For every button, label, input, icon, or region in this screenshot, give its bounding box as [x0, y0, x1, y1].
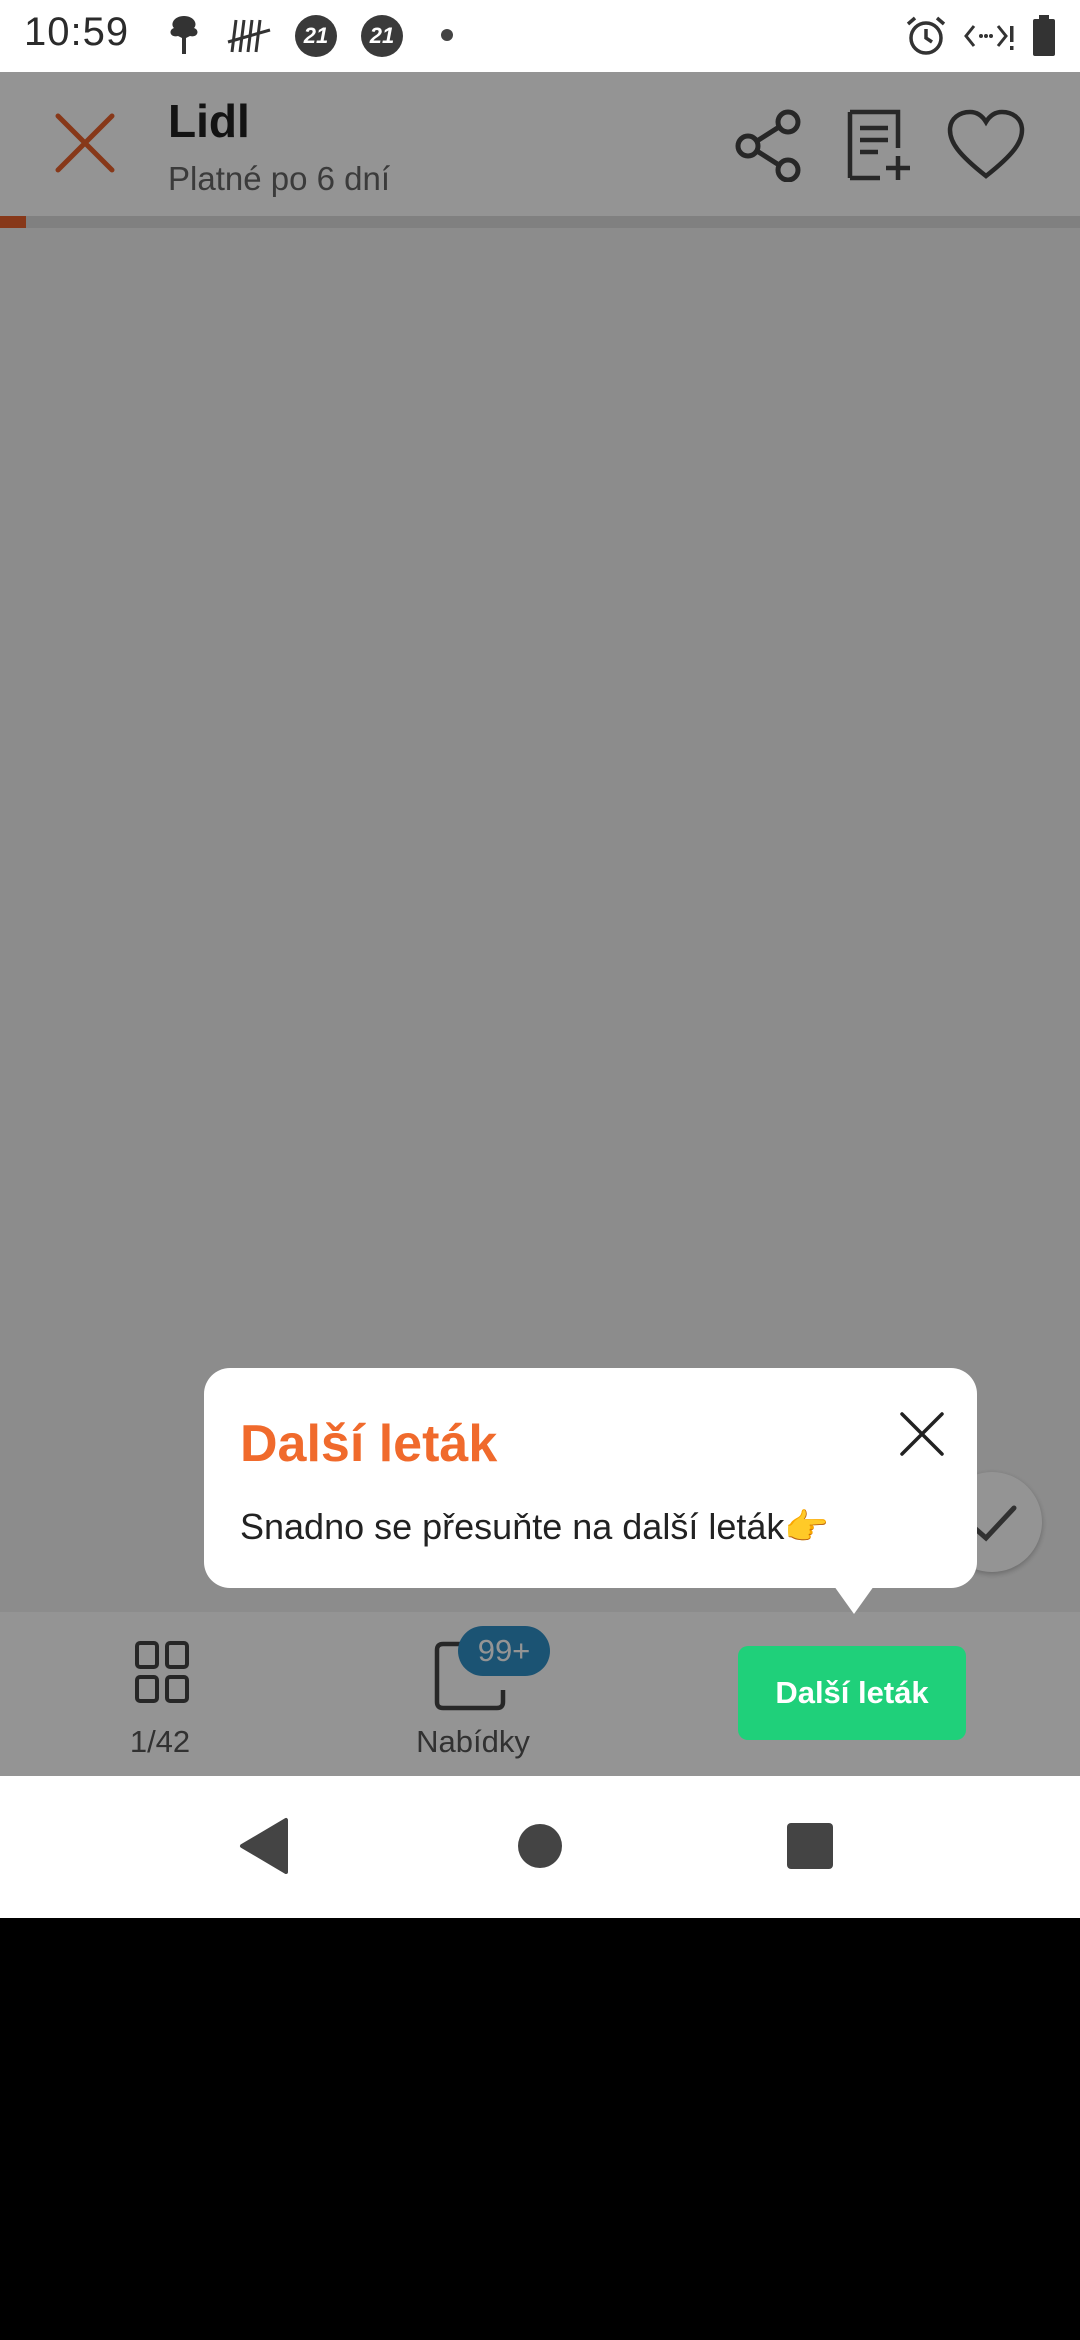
- close-icon[interactable]: [40, 106, 130, 180]
- page-counter: 1/42: [129, 1724, 191, 1759]
- status-time: 10:59: [24, 10, 130, 54]
- heart-icon[interactable]: [946, 108, 1026, 182]
- tooltip-title: Další leták: [240, 1415, 498, 1473]
- recents-icon[interactable]: [770, 1806, 850, 1886]
- system-nav-bar: [0, 1776, 1080, 1918]
- next-leaflet-button[interactable]: Další leták: [738, 1646, 966, 1740]
- badge-21-icon: 21: [361, 15, 403, 57]
- offers-label: Nabídky: [416, 1724, 530, 1759]
- alarm-icon: [906, 16, 946, 55]
- app-screen: 10:59 21 21 Lidl Platné po 6 dní 1/42 Na…: [0, 0, 1080, 1918]
- offers-count-badge: 99+: [458, 1626, 550, 1676]
- tooltip-arrow: [834, 1586, 874, 1614]
- grid-icon: [135, 1641, 189, 1703]
- page-title: Lidl: [168, 95, 250, 147]
- back-icon[interactable]: [228, 1806, 308, 1886]
- onboarding-tooltip: Další leták Snadno se přesuňte na další …: [204, 1368, 977, 1588]
- status-bar: 10:59 21 21: [0, 0, 1080, 72]
- battery-icon: [1033, 15, 1055, 56]
- page-progress-bar: [0, 216, 1080, 228]
- pages-grid-button[interactable]: 1/42: [90, 1612, 230, 1776]
- tally-icon: [227, 19, 271, 53]
- share-icon[interactable]: [730, 108, 810, 182]
- tree-icon: [170, 16, 198, 54]
- dot-icon: [441, 29, 453, 41]
- badge-21-icon: 21: [295, 15, 337, 57]
- app-header: Lidl Platné po 6 dní: [0, 72, 1080, 216]
- tooltip-text: Snadno se přesuňte na další leták👉: [240, 1506, 830, 1547]
- add-to-list-icon[interactable]: [840, 108, 920, 182]
- tooltip-close-icon[interactable]: [894, 1406, 950, 1462]
- validity-subtitle: Platné po 6 dní: [168, 160, 391, 197]
- home-icon[interactable]: [500, 1806, 580, 1886]
- data-icon: [964, 25, 1014, 50]
- page-progress-fill: [0, 216, 26, 228]
